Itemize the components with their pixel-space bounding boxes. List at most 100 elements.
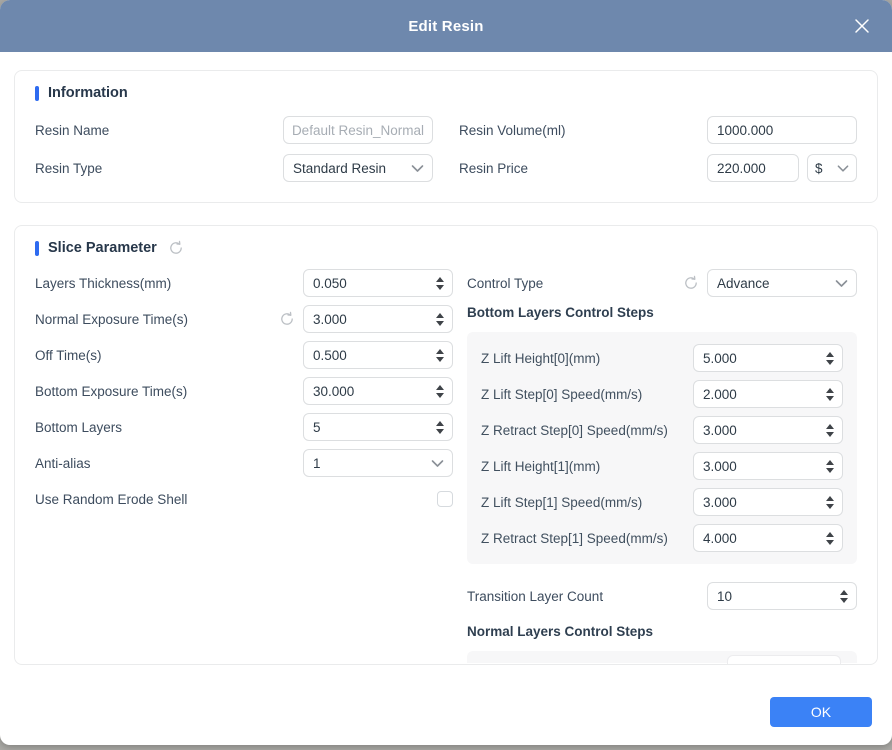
control-type-label: Control Type: [467, 276, 683, 291]
currency-select[interactable]: $: [807, 154, 857, 182]
z-lift-step-0-value: 2.000: [703, 387, 820, 402]
spinner-down-icon[interactable]: [826, 360, 834, 365]
transition-layer-value: 10: [717, 589, 834, 604]
spinner-down-icon[interactable]: [826, 396, 834, 401]
refresh-icon[interactable]: [168, 240, 184, 256]
z-retract-step-1-row: Z Retract Step[1] Speed(mm/s) 4.000: [481, 524, 843, 552]
resin-type-select[interactable]: Standard Resin: [283, 154, 433, 182]
layers-thickness-input[interactable]: 0.050: [303, 269, 453, 297]
control-type-select[interactable]: Advance: [707, 269, 857, 297]
normal-exposure-value: 3.000: [313, 312, 430, 327]
ok-button[interactable]: OK: [770, 697, 872, 727]
chevron-down-icon: [431, 459, 444, 468]
normal-exposure-input[interactable]: 3.000: [303, 305, 453, 333]
spinner-up-icon[interactable]: [826, 532, 834, 537]
z-retract-step-1-value: 4.000: [703, 531, 820, 546]
section-accent-bar: [35, 241, 39, 256]
z-retract-step-0-input[interactable]: 3.000: [693, 416, 843, 444]
normal-exposure-row: Normal Exposure Time(s) 3.000: [35, 305, 453, 333]
spinner-down-icon[interactable]: [840, 598, 848, 603]
slice-section-header: Slice Parameter: [35, 240, 857, 256]
z-retract-step-1-label: Z Retract Step[1] Speed(mm/s): [481, 531, 693, 546]
z-lift-height-0-input[interactable]: 5.000: [693, 344, 843, 372]
slice-right-column: Control Type Advance Bottom Layers Contr…: [467, 269, 857, 663]
currency-value: $: [815, 161, 831, 176]
refresh-icon[interactable]: [279, 311, 295, 327]
random-erode-checkbox[interactable]: [437, 491, 453, 507]
spinner-down-icon[interactable]: [826, 540, 834, 545]
refresh-icon[interactable]: [683, 275, 699, 291]
section-accent-bar: [35, 86, 39, 101]
spinner-up-icon[interactable]: [826, 388, 834, 393]
spinner-up-icon[interactable]: [436, 313, 444, 318]
random-erode-row: Use Random Erode Shell: [35, 485, 453, 513]
z-lift-step-1-input[interactable]: 3.000: [693, 488, 843, 516]
off-time-input[interactable]: 0.500: [303, 341, 453, 369]
close-icon[interactable]: [850, 14, 874, 38]
resin-name-field: Resin Name Default Resin_Normal: [35, 116, 433, 144]
z-lift-height-0-row: Z Lift Height[0](mm) 5.000: [481, 344, 843, 372]
spinner-down-icon[interactable]: [826, 432, 834, 437]
spinner-up-icon[interactable]: [826, 352, 834, 357]
spinner-down-icon[interactable]: [826, 504, 834, 509]
spinner-up-icon[interactable]: [436, 349, 444, 354]
transition-layer-input[interactable]: 10: [707, 582, 857, 610]
spinner-down-icon[interactable]: [436, 321, 444, 326]
slice-parameter-card: Slice Parameter Layers Thickness(mm) 0.0…: [14, 225, 878, 665]
z-lift-height-0-value: 5.000: [703, 351, 820, 366]
z-retract-step-0-label: Z Retract Step[0] Speed(mm/s): [481, 423, 693, 438]
dialog-header: Edit Resin: [0, 0, 892, 52]
dialog-footer: OK: [770, 697, 872, 727]
z-retract-step-1-input[interactable]: 4.000: [693, 524, 843, 552]
bottom-steps-title: Bottom Layers Control Steps: [467, 305, 857, 320]
anti-alias-value: 1: [313, 456, 425, 471]
resin-price-input[interactable]: 220.000: [707, 154, 799, 182]
spinner-up-icon[interactable]: [436, 421, 444, 426]
spinner-up-icon[interactable]: [826, 496, 834, 501]
anti-alias-label: Anti-alias: [35, 456, 303, 471]
information-card: Information Resin Name Default Resin_Nor…: [14, 70, 878, 203]
control-type-row: Control Type Advance: [467, 269, 857, 297]
z-lift-step-0-input[interactable]: 2.000: [693, 380, 843, 408]
spinner-down-icon[interactable]: [436, 285, 444, 290]
spinner-up-icon[interactable]: [436, 385, 444, 390]
spinner-up-icon[interactable]: [826, 424, 834, 429]
resin-type-value: Standard Resin: [293, 161, 405, 176]
z-lift-step-1-row: Z Lift Step[1] Speed(mm/s) 3.000: [481, 488, 843, 516]
off-time-value: 0.500: [313, 348, 430, 363]
z-lift-height-1-input[interactable]: 3.000: [693, 452, 843, 480]
bottom-layers-input[interactable]: 5: [303, 413, 453, 441]
spinner-up-icon[interactable]: [436, 277, 444, 282]
z-lift-height-1-row: Z Lift Height[1](mm) 3.000: [481, 452, 843, 480]
bottom-layers-value: 5: [313, 420, 430, 435]
resin-volume-input[interactable]: 1000.000: [707, 116, 857, 144]
z-retract-step-0-value: 3.000: [703, 423, 820, 438]
random-erode-label: Use Random Erode Shell: [35, 492, 437, 507]
z-lift-height-0-label: Z Lift Height[0](mm): [481, 351, 693, 366]
chevron-down-icon: [835, 279, 848, 288]
bottom-exposure-row: Bottom Exposure Time(s) 30.000: [35, 377, 453, 405]
spinner-up-icon[interactable]: [826, 460, 834, 465]
anti-alias-row: Anti-alias 1: [35, 449, 453, 477]
spinner-down-icon[interactable]: [436, 393, 444, 398]
bottom-layers-row: Bottom Layers 5: [35, 413, 453, 441]
transition-layer-row: Transition Layer Count 10: [467, 582, 857, 610]
dialog-body: Information Resin Name Default Resin_Nor…: [0, 52, 892, 665]
bottom-exposure-input[interactable]: 30.000: [303, 377, 453, 405]
anti-alias-select[interactable]: 1: [303, 449, 453, 477]
resin-price-field: Resin Price 220.000 $: [459, 154, 857, 182]
spinner-down-icon[interactable]: [436, 429, 444, 434]
spinner-down-icon[interactable]: [436, 357, 444, 362]
bottom-layers-label: Bottom Layers: [35, 420, 303, 435]
z-lift-step-1-value: 3.000: [703, 495, 820, 510]
spinner-up-icon[interactable]: [840, 590, 848, 595]
clipped-input: [727, 655, 841, 664]
resin-name-value: Default Resin_Normal: [293, 123, 424, 138]
layers-thickness-label: Layers Thickness(mm): [35, 276, 303, 291]
resin-name-input[interactable]: Default Resin_Normal: [283, 116, 433, 144]
chevron-down-icon: [411, 164, 424, 173]
normal-exposure-label: Normal Exposure Time(s): [35, 312, 279, 327]
chevron-down-icon: [837, 164, 849, 173]
spinner-down-icon[interactable]: [826, 468, 834, 473]
information-section-title: Information: [48, 85, 128, 101]
